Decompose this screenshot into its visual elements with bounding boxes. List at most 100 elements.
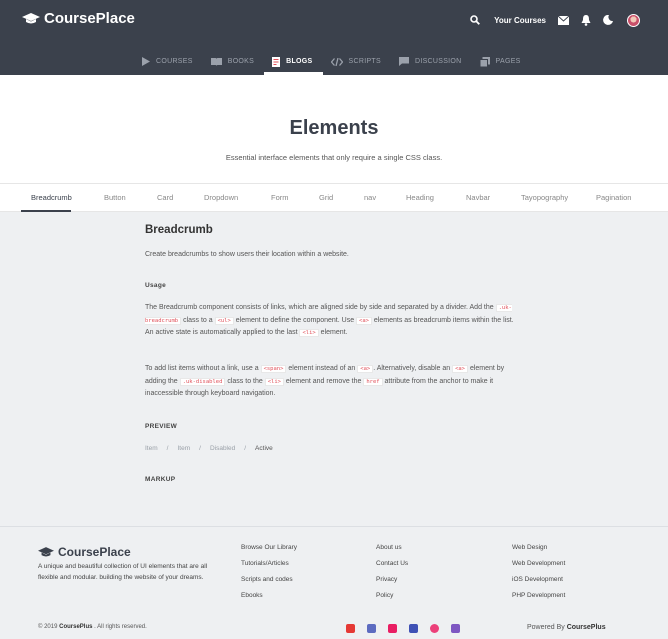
text: element to define the component. Use xyxy=(233,316,357,324)
subnav-item-navbar[interactable]: Navbar xyxy=(466,184,490,212)
usage-paragraph-1: The Breadcrumb component consists of lin… xyxy=(145,302,517,340)
footer-link[interactable]: Browse Our Library xyxy=(241,544,297,560)
graduation-cap-icon xyxy=(22,12,40,23)
subnav-item-form[interactable]: Form xyxy=(271,184,289,212)
inline-code: <li> xyxy=(299,329,319,337)
instagram-icon[interactable] xyxy=(388,624,397,633)
text: class to the xyxy=(225,377,265,385)
page-header: Elements Essential interface elements th… xyxy=(0,75,668,183)
subnav-item-nav[interactable]: nav xyxy=(364,184,376,212)
text: element instead of an xyxy=(286,365,358,372)
subnav-item-dropdown[interactable]: Dropdown xyxy=(204,184,238,212)
subnav-item-typography[interactable]: Tayopography xyxy=(521,184,568,212)
markup-heading: MARKUP xyxy=(145,476,176,483)
play-icon xyxy=(142,57,150,66)
footer-link[interactable]: Ebooks xyxy=(241,592,297,608)
your-courses-link[interactable]: Your Courses xyxy=(494,16,546,25)
tab-label: PAGES xyxy=(495,58,521,65)
copyright: © 2019 CoursePlus . All rights reserved. xyxy=(38,624,147,630)
footer-brand-name: CoursePlace xyxy=(58,545,131,559)
footer-link[interactable]: PHP Development xyxy=(512,592,565,608)
copyright-suffix: . All rights reserved. xyxy=(92,624,147,630)
inline-code: href xyxy=(363,377,383,386)
footer-link[interactable]: Privacy xyxy=(376,576,408,592)
document-icon xyxy=(272,56,281,67)
twitter-icon[interactable] xyxy=(451,624,460,633)
text: To add list items without a link, use a xyxy=(145,365,261,372)
book-icon xyxy=(210,57,222,66)
section-lead: Create breadcrumbs to show users their l… xyxy=(145,251,349,258)
bell-icon[interactable] xyxy=(581,14,591,26)
footer-links-library: Browse Our Library Tutorials/Articles Sc… xyxy=(241,544,297,608)
footer-description: A unique and beautiful collection of UI … xyxy=(38,563,208,581)
main-tabs: COURSES BOOKS BLOGS SCRIPTS DISCUSSION P… xyxy=(134,48,531,75)
footer-link[interactable]: Contact Us xyxy=(376,560,408,576)
tab-books[interactable]: BOOKS xyxy=(203,48,264,75)
inline-code: <a> xyxy=(357,365,374,373)
breadcrumb-item[interactable]: Item xyxy=(145,445,158,452)
subnav-item-card[interactable]: Card xyxy=(157,184,173,212)
facebook-icon[interactable] xyxy=(367,624,376,633)
avatar[interactable] xyxy=(627,13,640,27)
breadcrumb-divider: / xyxy=(166,445,169,452)
footer-link[interactable]: About us xyxy=(376,544,408,560)
footer: CoursePlace A unique and beautiful colle… xyxy=(0,526,668,639)
breadcrumb-item-active: Active xyxy=(255,445,273,452)
tab-courses[interactable]: COURSES xyxy=(134,48,203,75)
subnav-item-grid[interactable]: Grid xyxy=(319,184,333,212)
text: element and remove the xyxy=(283,377,364,385)
footer-link[interactable]: Tutorials/Articles xyxy=(241,560,297,576)
text: The Breadcrumb component consists of lin… xyxy=(145,304,496,311)
page-subtitle: Essential interface elements that only r… xyxy=(225,153,443,162)
footer-link[interactable]: Web Development xyxy=(512,560,565,576)
elements-subnav: Breadcrumb Button Card Dropdown Form Gri… xyxy=(0,183,668,212)
text: element. xyxy=(318,329,348,336)
footer-link[interactable]: Policy xyxy=(376,592,408,608)
inline-code: <a> xyxy=(452,365,468,373)
footer-link[interactable]: Scripts and codes xyxy=(241,576,297,592)
inline-code: <ul> xyxy=(214,316,234,325)
preview-heading: PREVIEW xyxy=(145,423,178,430)
tab-blogs[interactable]: BLOGS xyxy=(264,48,323,75)
footer-logo[interactable]: CoursePlace xyxy=(38,545,131,559)
breadcrumb-item[interactable]: Item xyxy=(177,445,190,452)
subnav-item-heading[interactable]: Heading xyxy=(406,184,434,212)
powered-by: Powered By CoursePlus xyxy=(527,624,606,631)
youtube-icon[interactable] xyxy=(346,624,355,633)
copyright-brand: CoursePlus xyxy=(59,624,93,630)
linkedin-icon[interactable] xyxy=(409,624,418,633)
main-content: Breadcrumb Create breadcrumbs to show us… xyxy=(0,212,668,526)
copyright-prefix: © 2019 xyxy=(38,624,60,630)
breadcrumb-divider: / xyxy=(199,445,201,452)
dribbble-icon[interactable] xyxy=(430,624,439,633)
page-title: Elements xyxy=(289,117,379,139)
search-icon[interactable] xyxy=(470,15,481,25)
brand-name: CoursePlace xyxy=(44,10,135,27)
code-icon xyxy=(330,57,343,66)
inline-code: <a> xyxy=(356,316,372,325)
inline-code: .uk-disabled xyxy=(179,377,226,386)
tab-pages[interactable]: PAGES xyxy=(472,48,531,75)
usage-paragraph-2: To add list items without a link, use a … xyxy=(145,363,517,401)
tab-discussion[interactable]: DISCUSSION xyxy=(391,48,472,75)
footer-links-about: About us Contact Us Privacy Policy xyxy=(376,544,408,608)
tab-label: SCRIPTS xyxy=(348,58,381,65)
tab-label: BOOKS xyxy=(227,58,255,65)
footer-link[interactable]: Web Design xyxy=(512,544,565,560)
breadcrumb-item-disabled: Disabled xyxy=(209,445,236,452)
brand-logo[interactable]: CoursePlace xyxy=(22,10,135,27)
social-links xyxy=(346,624,472,633)
subnav-item-button[interactable]: Button xyxy=(104,184,126,212)
subnav-item-pagination[interactable]: Pagination xyxy=(596,184,631,212)
mail-icon[interactable] xyxy=(558,15,569,25)
footer-link[interactable]: iOS Development xyxy=(512,576,565,592)
tab-scripts[interactable]: SCRIPTS xyxy=(323,48,391,75)
powered-brand[interactable]: CoursePlus xyxy=(567,624,606,631)
subnav-item-breadcrumb[interactable]: Breadcrumb xyxy=(31,184,72,212)
graduation-cap-icon xyxy=(38,546,54,556)
powered-prefix: Powered By xyxy=(527,624,567,631)
text: class to a xyxy=(181,316,215,324)
inline-code: <li> xyxy=(264,377,284,386)
moon-icon[interactable] xyxy=(603,15,613,25)
footer-links-development: Web Design Web Development iOS Developme… xyxy=(512,544,565,608)
